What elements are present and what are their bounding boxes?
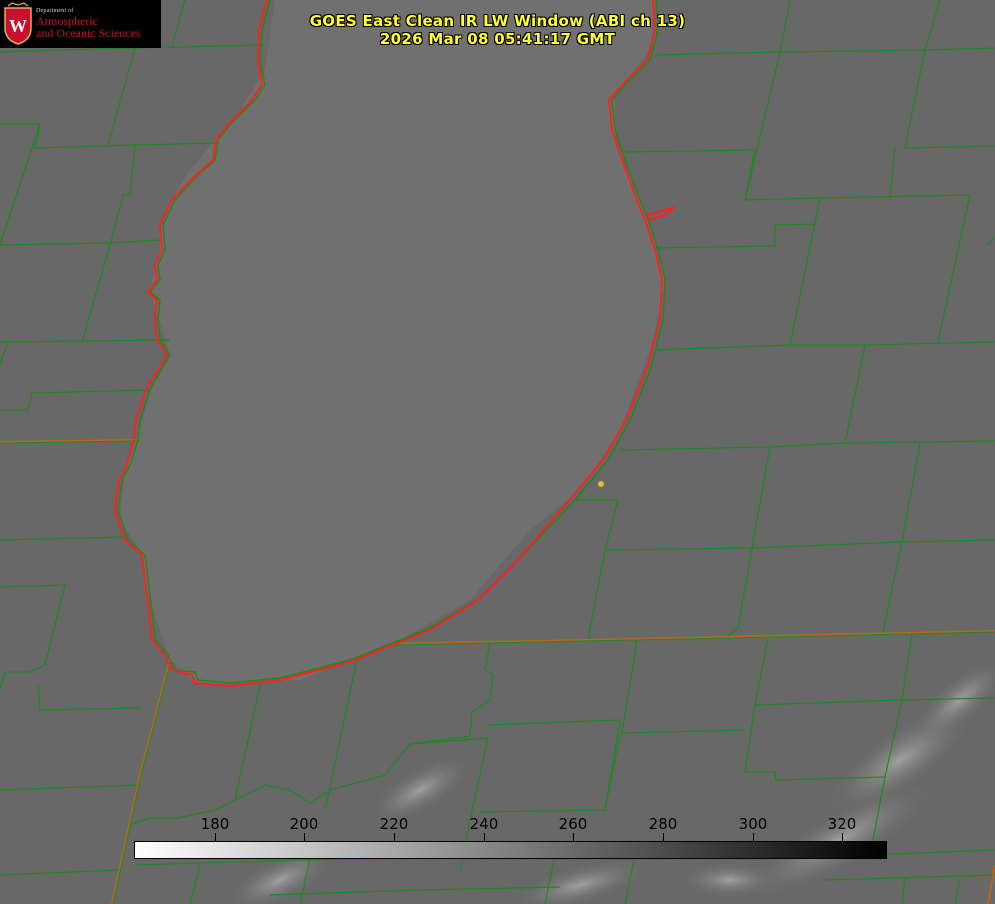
colorbar-tick-mark [484, 833, 485, 841]
colorbar-tick-label: 280 [648, 815, 678, 833]
colorbar-tick-mark [573, 833, 574, 841]
temperature-colorbar [134, 841, 887, 859]
colorbar-tick-mark [394, 833, 395, 841]
colorbar-tick-mark [215, 833, 216, 841]
station-marker [598, 481, 604, 487]
colorbar-tick-mark [304, 833, 305, 841]
colorbar-tick-label: 260 [558, 815, 588, 833]
colorbar-tick-label: 180 [200, 815, 230, 833]
map-canvas [0, 0, 995, 904]
image-timestamp: 2026 Mar 08 05:41:17 GMT [379, 30, 616, 48]
colorbar-tick-label: 200 [289, 815, 319, 833]
colorbar-tick-mark [842, 833, 843, 841]
image-title: GOES East Clean IR LW Window (ABI ch 13) [309, 12, 686, 30]
colorbar-tick-mark [663, 833, 664, 841]
colorbar-tick-label: 240 [469, 815, 499, 833]
colorbar-tick-label: 320 [827, 815, 857, 833]
colorbar-tick-mark [753, 833, 754, 841]
satellite-map: W Department of Atmospheric and Oceanic … [0, 0, 995, 904]
colorbar-tick-label: 220 [379, 815, 409, 833]
colorbar-tick-label: 300 [738, 815, 768, 833]
